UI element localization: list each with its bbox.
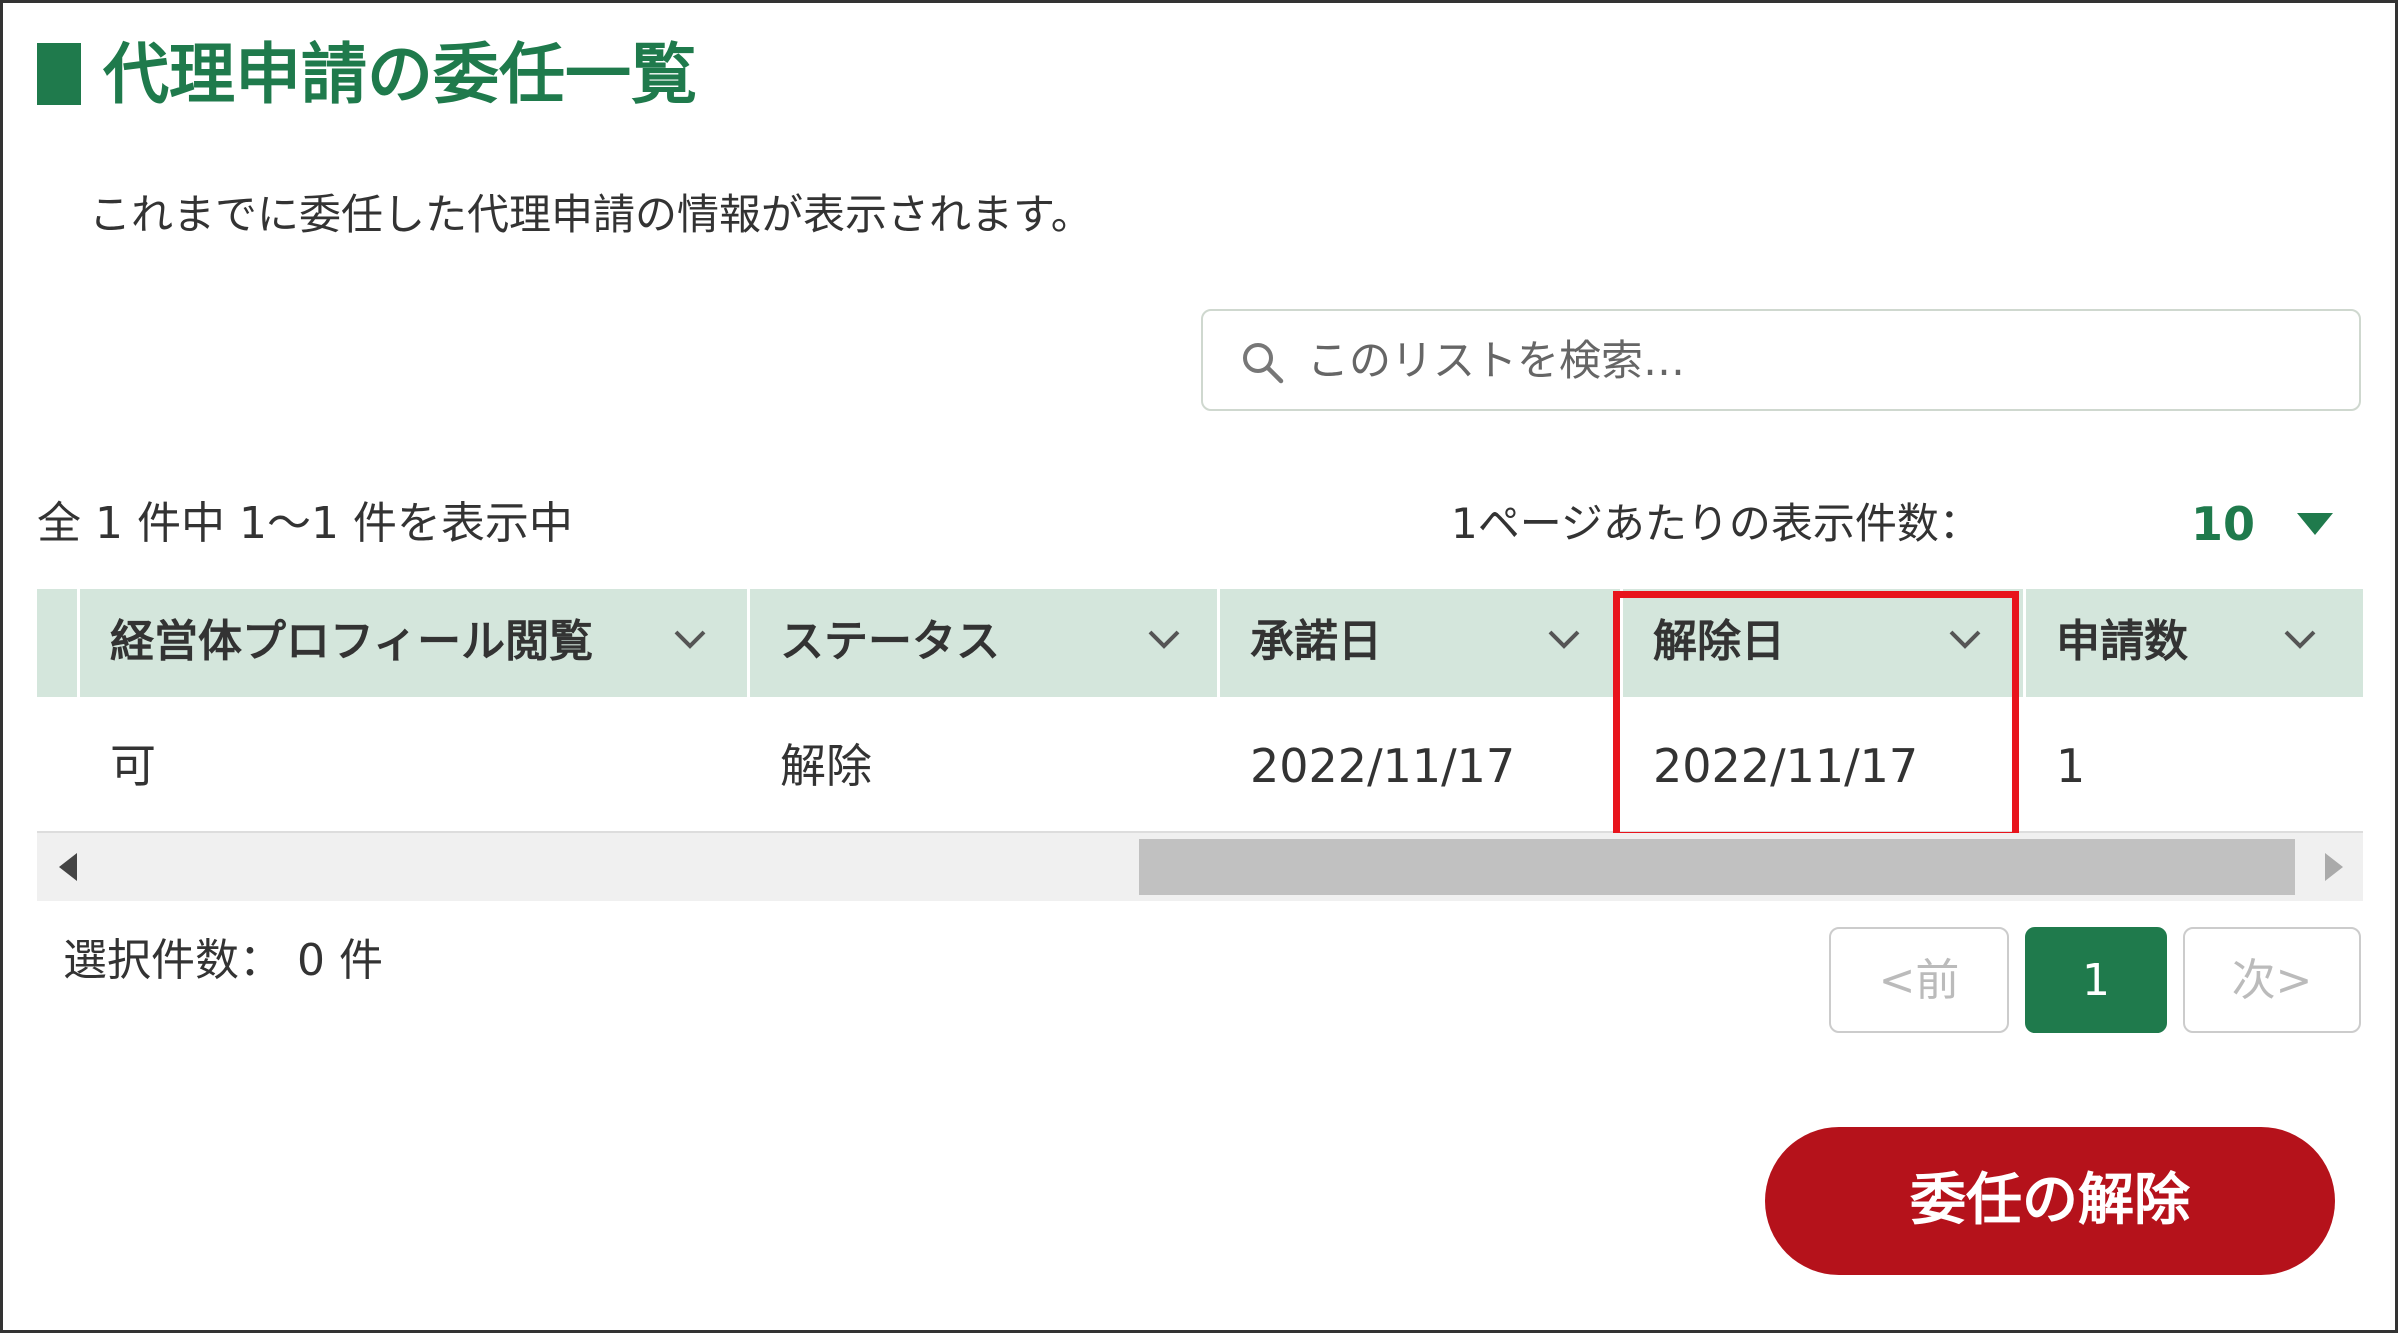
revoke-delegation-button[interactable]: 委任の解除 <box>1765 1127 2335 1275</box>
column-header-status[interactable]: ステータス <box>750 589 1217 697</box>
chevron-down-icon <box>2284 630 2316 649</box>
next-page-button[interactable]: 次> <box>2183 927 2361 1033</box>
table-cell-application-count: 1 <box>2056 739 2086 793</box>
search-icon <box>1243 343 1284 384</box>
horizontal-scrollbar[interactable] <box>37 833 2363 901</box>
chevron-down-icon <box>674 630 706 649</box>
column-header-profile[interactable]: 経営体プロフィール閲覧 <box>80 589 747 697</box>
table-cell-profile: 可 <box>110 739 156 793</box>
page-frame: 代理申請の委任一覧 これまでに委任した代理申請の情報が表示されます。 全 1 件… <box>0 0 2398 1333</box>
search-input[interactable] <box>1307 327 2327 393</box>
column-header-label: 申請数 <box>2056 616 2188 667</box>
chevron-down-icon <box>1148 630 1180 649</box>
per-page-label: 1ページあたりの表示件数： <box>1451 499 1981 548</box>
table-cell-status: 解除 <box>780 739 872 793</box>
page-description: これまでに委任した代理申請の情報が表示されます。 <box>89 190 1093 239</box>
column-header-approval-date[interactable]: 承諾日 <box>1220 589 1620 697</box>
scrollbar-thumb[interactable] <box>1139 839 2295 895</box>
scroll-left-arrow-icon[interactable] <box>59 853 77 881</box>
column-header-label: 経営体プロフィール閲覧 <box>110 616 594 667</box>
highlight-box <box>1613 591 2019 839</box>
table-cell-approval-date: 2022/11/17 <box>1250 739 1516 793</box>
search-box[interactable] <box>1201 309 2361 411</box>
prev-page-button[interactable]: <前 <box>1829 927 2009 1033</box>
per-page-select[interactable]: 10 <box>2183 489 2355 559</box>
column-header-label: 承諾日 <box>1250 616 1382 667</box>
title-accent-bar <box>37 43 81 105</box>
result-count: 全 1 件中 1～1 件を表示中 <box>37 498 573 549</box>
per-page-value: 10 <box>2191 497 2256 551</box>
column-header-application-count[interactable]: 申請数 <box>2026 589 2363 697</box>
scroll-right-arrow-icon[interactable] <box>2325 853 2343 881</box>
page-title: 代理申請の委任一覧 <box>103 36 697 113</box>
chevron-down-icon <box>1548 630 1580 649</box>
caret-down-icon <box>2297 513 2333 535</box>
selection-count: 選択件数： 0 件 <box>63 935 383 986</box>
page-1-button[interactable]: 1 <box>2025 927 2167 1033</box>
column-header-label: ステータス <box>780 616 1000 667</box>
